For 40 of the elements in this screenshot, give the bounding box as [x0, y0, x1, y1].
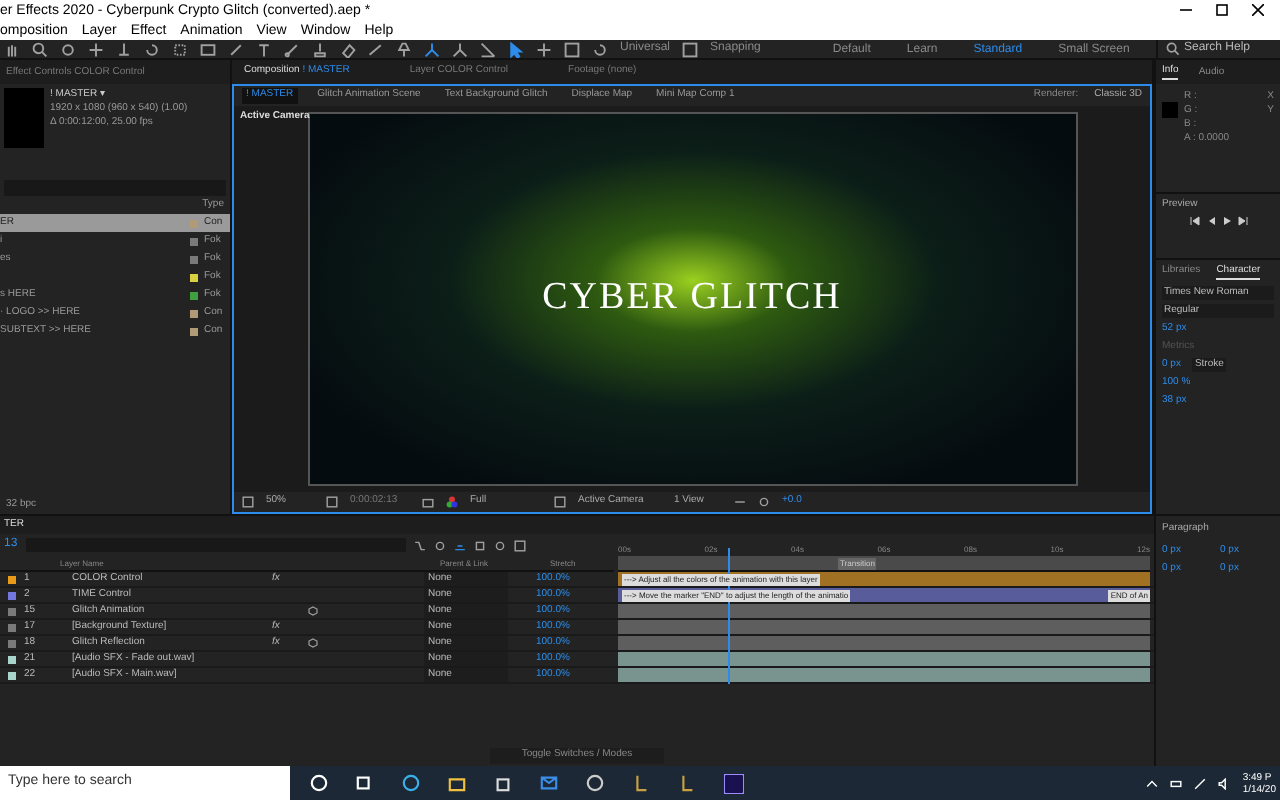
rectangle-icon[interactable] [200, 41, 216, 57]
comp-thumbnail [4, 88, 44, 148]
shy-icon[interactable] [453, 539, 466, 551]
cube-icon[interactable] [308, 638, 318, 648]
color-swatch [1162, 102, 1178, 118]
battery-icon[interactable] [1170, 777, 1183, 789]
mail-icon[interactable] [540, 773, 558, 791]
rotate-icon[interactable] [592, 41, 608, 57]
previous-frame-icon[interactable] [1205, 216, 1215, 226]
rotate-icon[interactable] [144, 41, 160, 57]
search-icon[interactable] [1166, 42, 1180, 56]
view-axis-icon[interactable] [480, 41, 496, 57]
folder-icon[interactable] [448, 773, 466, 791]
brush-icon[interactable] [284, 41, 300, 57]
move-icon[interactable] [88, 41, 104, 57]
pen-icon[interactable] [228, 41, 244, 57]
channels-icon[interactable] [446, 496, 458, 508]
maximize-icon[interactable] [1216, 4, 1228, 16]
next-frame-icon[interactable] [1237, 216, 1247, 226]
type-icon[interactable] [256, 41, 272, 57]
zoom-icon[interactable] [32, 41, 48, 57]
world-axis-icon[interactable] [452, 41, 468, 57]
volume-icon[interactable] [1218, 777, 1231, 789]
eraser-icon[interactable] [340, 41, 356, 57]
crosshair-icon[interactable] [536, 41, 552, 57]
stamp-icon[interactable] [312, 41, 328, 57]
frame-icon[interactable] [564, 41, 580, 57]
pin-icon[interactable] [396, 41, 412, 57]
title-text: CYBER GLITCH [542, 274, 842, 323]
checkbox-icon[interactable] [682, 41, 699, 57]
network-icon[interactable] [1194, 777, 1207, 789]
first-frame-icon[interactable] [1189, 216, 1199, 226]
minimize-icon[interactable] [1180, 4, 1192, 16]
play-icon[interactable] [1221, 216, 1231, 226]
axis-icon[interactable] [424, 41, 440, 57]
app-icon[interactable] [724, 773, 744, 793]
close-icon[interactable] [1252, 4, 1264, 16]
selection-icon[interactable] [508, 41, 524, 57]
circle-icon[interactable] [310, 773, 328, 791]
cube-icon[interactable] [308, 606, 318, 616]
